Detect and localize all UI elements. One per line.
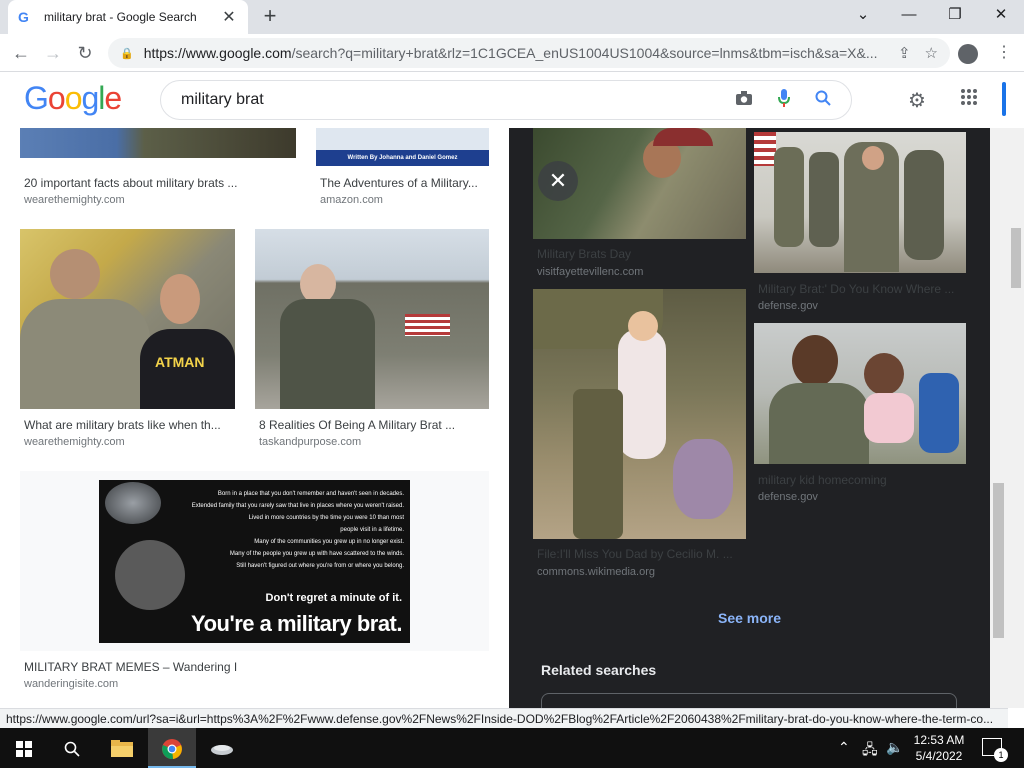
browser-toolbar: ← → ↻ 🔒 https://www.google.com/search?q=… bbox=[0, 34, 1024, 72]
account-indicator bbox=[1002, 82, 1006, 116]
tab-close-icon[interactable]: ✕ bbox=[220, 7, 238, 27]
related-image[interactable] bbox=[754, 323, 966, 464]
settings-gear-icon[interactable]: ⚙ bbox=[908, 88, 926, 113]
related-searches-heading: Related searches bbox=[541, 662, 657, 678]
restore-button[interactable]: ❐ bbox=[932, 0, 978, 30]
meme-line: Many of the people you grew up with have… bbox=[229, 551, 404, 557]
show-hidden-icons-icon[interactable]: ⌃ bbox=[838, 739, 850, 756]
clock-time: 12:53 AM bbox=[913, 733, 965, 747]
related-source: defense.gov bbox=[758, 491, 818, 503]
result-image[interactable] bbox=[20, 128, 296, 158]
meme-line: people visit in a lifetime. bbox=[340, 527, 404, 533]
minimize-button[interactable]: — bbox=[886, 0, 932, 30]
book-banner-text: Written By Johanna and Daniel Gomez bbox=[316, 150, 489, 166]
search-box[interactable]: military brat bbox=[160, 80, 852, 120]
meme-line: Extended family that you rarely saw that… bbox=[191, 503, 404, 509]
result-caption[interactable]: What are military brats like when th... bbox=[24, 418, 234, 432]
new-tab-button[interactable]: + bbox=[258, 4, 282, 28]
google-logo[interactable]: Google bbox=[24, 80, 122, 117]
logo-letter: e bbox=[104, 80, 122, 116]
google-favicon-icon: G bbox=[18, 9, 29, 25]
back-icon[interactable]: ← bbox=[8, 40, 34, 66]
result-source: wearethemighty.com bbox=[24, 436, 125, 448]
share-icon[interactable]: ⇪ bbox=[898, 44, 911, 62]
result-source: taskandpurpose.com bbox=[259, 436, 362, 448]
logo-letter: g bbox=[81, 80, 99, 116]
related-caption[interactable]: File:I'll Miss You Dad by Cecilio M. ... bbox=[537, 547, 742, 561]
forward-icon[interactable]: → bbox=[40, 40, 66, 66]
file-explorer-icon[interactable] bbox=[98, 728, 146, 768]
panel-scrollbar-thumb[interactable] bbox=[993, 483, 1004, 638]
notification-count: 1 bbox=[994, 748, 1008, 762]
tab-title: military brat - Google Search bbox=[44, 10, 197, 24]
camera-icon[interactable] bbox=[735, 90, 753, 111]
related-caption[interactable]: Military Brat:' Do You Know Where ... bbox=[758, 282, 963, 296]
profile-avatar[interactable] bbox=[958, 44, 978, 64]
tab-search-button[interactable]: ⌄ bbox=[840, 0, 886, 30]
windows-start-icon[interactable] bbox=[0, 728, 48, 768]
network-icon[interactable]: 🖧 bbox=[862, 739, 878, 763]
result-source: wearethemighty.com bbox=[24, 194, 125, 206]
logo-letter: o bbox=[64, 80, 83, 116]
result-caption[interactable]: 20 important facts about military brats … bbox=[24, 176, 294, 190]
taskbar-clock[interactable]: 12:53 AM 5/4/2022 bbox=[906, 732, 972, 764]
result-caption[interactable]: 8 Realities Of Being A Military Brat ... bbox=[259, 418, 489, 432]
logo-letter: G bbox=[24, 80, 49, 116]
related-search-chip[interactable] bbox=[541, 693, 957, 708]
related-source: commons.wikimedia.org bbox=[537, 566, 655, 578]
address-bar[interactable]: 🔒 https://www.google.com/search?q=milita… bbox=[108, 38, 950, 68]
bookmark-star-icon[interactable]: ☆ bbox=[925, 44, 938, 62]
related-image[interactable] bbox=[754, 132, 966, 273]
chrome-taskbar-icon[interactable] bbox=[148, 728, 196, 768]
browser-tab[interactable]: G military brat - Google Search ✕ bbox=[8, 0, 248, 34]
meme-line: Many of the communities you grew up in n… bbox=[254, 539, 404, 545]
lock-icon: 🔒 bbox=[120, 47, 134, 60]
close-window-button[interactable]: ✕ bbox=[978, 0, 1024, 30]
apps-grid-icon[interactable] bbox=[960, 88, 978, 111]
search-input[interactable]: military brat bbox=[181, 91, 711, 109]
microphone-icon[interactable] bbox=[777, 88, 791, 113]
meme-line: Lived in more countries by the time you … bbox=[248, 515, 404, 521]
panel-scrollbar[interactable] bbox=[990, 128, 1008, 708]
result-caption[interactable]: MILITARY BRAT MEMES – Wandering I bbox=[24, 660, 424, 674]
related-source: defense.gov bbox=[758, 300, 818, 312]
result-source: wanderingisite.com bbox=[24, 678, 119, 690]
meme-line: Still haven't figured out where you're f… bbox=[236, 563, 404, 569]
volume-icon[interactable]: 🔈 bbox=[886, 739, 903, 756]
close-preview-icon[interactable]: ✕ bbox=[538, 161, 578, 201]
meme-line: Born in a place that you don't remember … bbox=[217, 491, 404, 497]
result-caption[interactable]: The Adventures of a Military... bbox=[320, 176, 492, 190]
search-icon[interactable] bbox=[815, 90, 831, 111]
browser-titlebar: G military brat - Google Search ✕ + ⌄ — … bbox=[0, 0, 1024, 34]
browser-menu-icon[interactable]: ⋮ bbox=[996, 42, 1012, 62]
see-more-link[interactable]: See more bbox=[718, 610, 781, 626]
clock-date: 5/4/2022 bbox=[915, 749, 963, 763]
result-image[interactable]: ATMAN bbox=[20, 229, 235, 409]
meme-headline: You're a military brat. bbox=[191, 611, 402, 636]
result-image[interactable]: Written By Johanna and Daniel Gomez bbox=[316, 128, 489, 166]
result-image-frame[interactable]: Born in a place that you don't remember … bbox=[20, 471, 489, 651]
search-icon[interactable] bbox=[48, 728, 96, 768]
shirt-text: ATMAN bbox=[155, 354, 205, 370]
result-image[interactable] bbox=[255, 229, 489, 409]
result-source: amazon.com bbox=[320, 194, 383, 206]
page-scrollbar[interactable] bbox=[1008, 128, 1024, 708]
related-caption[interactable]: military kid homecoming bbox=[758, 473, 963, 487]
related-caption[interactable]: Military Brats Day bbox=[537, 247, 742, 261]
status-url: https://www.google.com/url?sa=i&url=http… bbox=[0, 708, 1008, 728]
image-results: Written By Johanna and Daniel Gomez 20 i… bbox=[0, 128, 1008, 708]
related-source: visitfayettevillenc.com bbox=[537, 266, 644, 278]
logo-letter: o bbox=[47, 80, 66, 116]
meme-image: Born in a place that you don't remember … bbox=[99, 480, 410, 643]
related-image[interactable] bbox=[533, 289, 746, 539]
page-scrollbar-thumb[interactable] bbox=[1011, 228, 1021, 288]
reload-icon[interactable]: ↻ bbox=[72, 40, 98, 66]
meme-tagline: Don't regret a minute of it. bbox=[265, 592, 402, 604]
google-header: Google military brat ⚙ bbox=[0, 72, 1008, 128]
notification-icon[interactable]: 1 bbox=[982, 738, 1008, 762]
url-text: https://www.google.com/search?q=military… bbox=[143, 45, 878, 61]
app-taskbar-icon[interactable] bbox=[198, 728, 246, 768]
windows-taskbar: ⌃ 🖧 🔈 12:53 AM 5/4/2022 1 bbox=[0, 728, 1024, 768]
